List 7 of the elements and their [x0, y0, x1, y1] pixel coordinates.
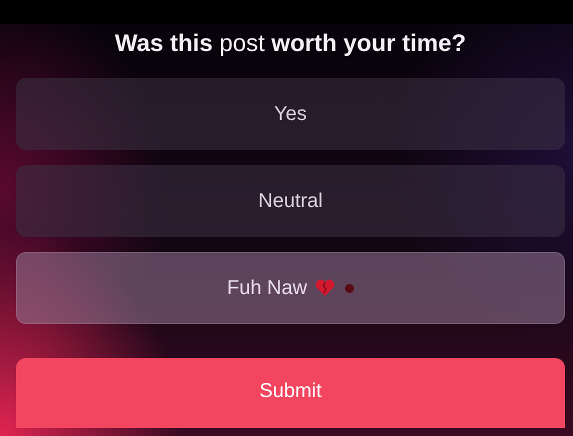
answer-option[interactable]: Yes — [16, 78, 565, 150]
submit-button[interactable]: Submit — [16, 358, 565, 428]
answer-option[interactable]: Fuh Naw — [16, 252, 565, 324]
answer-option[interactable]: Neutral — [16, 165, 565, 237]
broken-heart-icon — [315, 279, 336, 297]
dot-icon — [345, 284, 354, 292]
question-title: Was this post worth your time? — [114, 30, 468, 58]
